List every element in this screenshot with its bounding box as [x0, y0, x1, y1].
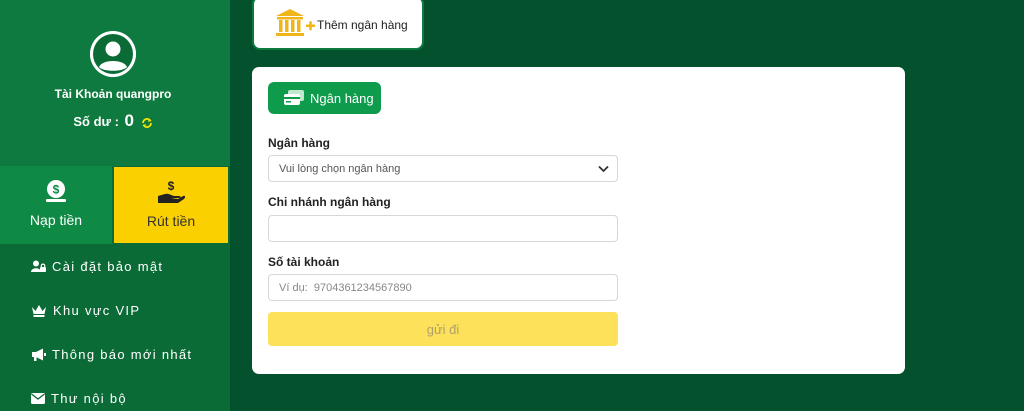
- sidebar-item-inbox[interactable]: Thư nội bộ: [0, 376, 230, 411]
- user-avatar-icon: [90, 31, 136, 77]
- envelope-icon: [31, 392, 45, 404]
- profile-panel: Tài Khoản quangpro Số dư : 0: [0, 0, 230, 166]
- money-bag-icon: $: [46, 180, 66, 202]
- bank-select-value: Vui lòng chọn ngân hàng: [279, 162, 401, 175]
- deposit-button[interactable]: $ Nạp tiền: [0, 166, 113, 244]
- sidebar-item-label: Cài đặt bảo mật: [52, 258, 164, 274]
- bank-select[interactable]: Vui lòng chọn ngân hàng: [268, 155, 618, 182]
- tab-add-bank[interactable]: Thêm ngân hàng: [252, 0, 424, 50]
- bank-field-label: Ngân hàng: [268, 136, 330, 150]
- sidebar-item-vip[interactable]: Khu vực VIP: [0, 288, 230, 332]
- bank-section-label: Ngân hàng: [310, 91, 374, 106]
- bank-form-card: Ngân hàng Ngân hàng Vui lòng chọn ngân h…: [252, 67, 905, 374]
- branch-field-label: Chi nhánh ngân hàng: [268, 195, 391, 209]
- cards-icon: [284, 90, 304, 105]
- balance-label: Số dư :: [73, 114, 119, 129]
- withdraw-label: Rút tiền: [146, 213, 196, 229]
- balance-value: 0: [124, 111, 134, 130]
- crown-icon: [32, 304, 46, 317]
- bank-section-pill[interactable]: Ngân hàng: [268, 82, 381, 114]
- refresh-icon[interactable]: [141, 117, 153, 129]
- svg-text:$: $: [168, 179, 175, 193]
- money-buttons: $ Nạp tiền $ Rút tiền: [0, 166, 230, 244]
- sidebar-item-announcements[interactable]: Thông báo mới nhất: [0, 332, 230, 376]
- megaphone-icon: [32, 348, 46, 361]
- branch-input[interactable]: [268, 215, 618, 242]
- submit-button[interactable]: gửi đi: [268, 312, 618, 346]
- account-field-label: Số tài khoản: [268, 255, 340, 269]
- account-name: Tài Khoản quangpro: [54, 87, 172, 101]
- balance: Số dư : 0: [0, 111, 226, 131]
- hand-money-icon: $: [158, 179, 186, 203]
- chevron-down-icon: [598, 165, 609, 173]
- account-number-input[interactable]: [268, 274, 618, 301]
- user-lock-icon: [31, 260, 46, 272]
- withdraw-button[interactable]: $ Rút tiền: [113, 166, 229, 244]
- deposit-label: Nạp tiền: [29, 212, 83, 228]
- tab-label: Thêm ngân hàng: [317, 18, 408, 32]
- sidebar: Tài Khoản quangpro Số dư : 0 $ Nạp tiền …: [0, 0, 230, 411]
- avatar: [90, 31, 136, 77]
- sidebar-item-label: Thông báo mới nhất: [52, 346, 193, 362]
- svg-text:$: $: [53, 183, 60, 197]
- sidebar-menu: Cài đặt bảo mật Khu vực VIP Thông báo mớ…: [0, 244, 230, 411]
- sidebar-item-label: Thư nội bộ: [51, 390, 127, 406]
- sidebar-item-security[interactable]: Cài đặt bảo mật: [0, 244, 230, 288]
- sidebar-item-label: Khu vực VIP: [53, 302, 141, 318]
- bank-add-icon: [276, 9, 315, 36]
